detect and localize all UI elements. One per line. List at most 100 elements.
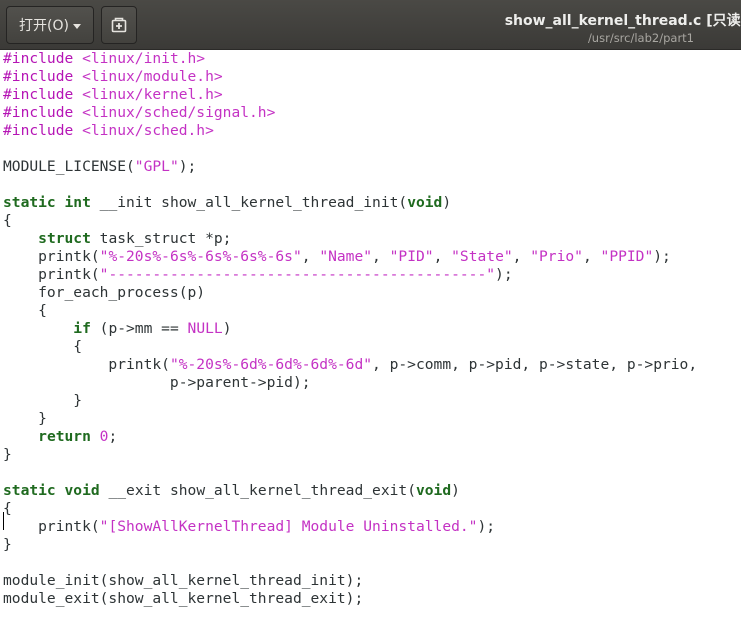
code-line[interactable]: } <box>3 446 741 464</box>
code-line[interactable]: static int __init show_all_kernel_thread… <box>3 194 741 212</box>
code-editor[interactable]: #include <linux/init.h> #include <linux/m… <box>0 50 741 619</box>
code-line[interactable]: p->parent->pid); <box>3 374 741 392</box>
code-token: , <box>433 248 452 265</box>
code-line[interactable]: for_each_process(p) <box>3 284 741 302</box>
code-token: , <box>301 248 320 265</box>
code-line[interactable] <box>3 176 741 194</box>
code-line[interactable]: printk("--------------------------------… <box>3 266 741 284</box>
text-cursor <box>3 512 4 530</box>
string-token: "State" <box>451 248 513 265</box>
code-token: { <box>3 212 12 229</box>
code-line[interactable]: { <box>3 302 741 320</box>
string-token: "GPL" <box>134 158 179 175</box>
keyword-token: void <box>415 482 452 499</box>
code-line[interactable]: } <box>3 536 741 554</box>
code-line[interactable]: { <box>3 338 741 356</box>
preprocessor-token: #include <box>3 104 83 121</box>
header-bar: 打开(O) show_all_kernel_thread.c [只读] /usr… <box>0 0 741 50</box>
code-token: } <box>3 410 47 427</box>
code-token: for_each_process(p) <box>3 284 206 301</box>
string-token: "PID" <box>389 248 434 265</box>
code-token: ); <box>477 518 496 535</box>
code-token: task_struct *p; <box>90 230 232 247</box>
code-token: ) <box>442 194 452 211</box>
code-token: (p->mm == <box>90 320 188 337</box>
code-token: module_exit(show_all_kernel_thread_exit)… <box>3 590 364 607</box>
code-line[interactable]: static void __exit show_all_kernel_threa… <box>3 482 741 500</box>
code-token: { <box>3 302 47 319</box>
keyword-token: static <box>3 194 56 211</box>
keyword-token: struct <box>38 230 91 247</box>
code-token: ); <box>495 266 513 283</box>
code-line[interactable]: module_exit(show_all_kernel_thread_exit)… <box>3 590 741 608</box>
code-line[interactable]: #include <linux/kernel.h> <box>3 86 741 104</box>
preprocessor-token: #include <box>3 86 83 103</box>
string-token: "PPID" <box>600 248 654 265</box>
code-line[interactable] <box>3 464 741 482</box>
preprocessor-token: #include <box>3 50 83 67</box>
code-line[interactable]: printk("%-20s%-6s%-6s%-6s%-6s", "Name", … <box>3 248 741 266</box>
keyword-token: static <box>3 482 56 499</box>
code-token: } <box>3 392 83 409</box>
code-token: ) <box>451 482 460 499</box>
code-line[interactable]: { <box>3 212 741 230</box>
code-line[interactable]: #include <linux/init.h> <box>3 50 741 68</box>
new-document-icon <box>111 17 127 33</box>
code-token: , <box>372 248 390 265</box>
code-token: , <box>512 248 531 265</box>
code-token: MODULE_LICENSE( <box>3 158 135 175</box>
code-line[interactable]: { <box>3 500 741 518</box>
preprocessor-token: #include <box>3 122 83 139</box>
string-token: "Prio" <box>530 248 583 265</box>
code-token: ) <box>222 320 232 337</box>
string-token: "---------------------------------------… <box>99 266 496 283</box>
code-line[interactable] <box>3 554 741 572</box>
open-button[interactable]: 打开(O) <box>6 6 94 44</box>
code-token: ; <box>108 428 118 445</box>
code-line[interactable]: return 0; <box>3 428 741 446</box>
code-line[interactable]: MODULE_LICENSE("GPL"); <box>3 158 741 176</box>
window-title: show_all_kernel_thread.c [只读] <box>504 13 741 29</box>
code-line[interactable]: } <box>3 410 741 428</box>
string-token: "%-20s%-6s%-6s%-6s%-6s" <box>99 248 302 265</box>
code-token: { <box>3 500 12 517</box>
code-token: , p->comm, p->pid, p->state, p->prio, <box>372 356 698 373</box>
code-line[interactable]: struct task_struct *p; <box>3 230 741 248</box>
code-token: __init show_all_kernel_thread_init( <box>90 194 408 211</box>
title-area: show_all_kernel_thread.c [只读] /usr/src/l… <box>481 0 741 50</box>
code-line[interactable]: } <box>3 392 741 410</box>
code-text[interactable]: #include <linux/init.h> #include <linux/m… <box>0 50 741 608</box>
code-line[interactable]: if (p->mm == NULL) <box>3 320 741 338</box>
code-line[interactable] <box>3 140 741 158</box>
code-line[interactable]: #include <linux/module.h> <box>3 68 741 86</box>
code-line[interactable]: printk("%-20s%-6d%-6d%-6d%-6d", p->comm,… <box>3 356 741 374</box>
code-token: printk( <box>3 356 170 373</box>
code-token: printk( <box>3 266 100 283</box>
open-button-label: 打开(O) <box>19 18 69 34</box>
code-token: ); <box>178 158 197 175</box>
code-line[interactable]: #include <linux/sched.h> <box>3 122 741 140</box>
code-token: ); <box>653 248 671 265</box>
code-line[interactable]: #include <linux/sched/signal.h> <box>3 104 741 122</box>
string-token: <linux/kernel.h> <box>82 86 223 103</box>
keyword-token: return <box>38 428 91 445</box>
code-token: printk( <box>3 518 100 535</box>
code-token: p->parent->pid); <box>3 374 311 391</box>
string-token: <linux/sched.h> <box>82 122 214 139</box>
code-token: module_init(show_all_kernel_thread_init)… <box>3 572 364 589</box>
code-line[interactable]: module_init(show_all_kernel_thread_init)… <box>3 572 741 590</box>
code-line[interactable]: printk("[ShowAllKernelThread] Module Uni… <box>3 518 741 536</box>
new-document-button[interactable] <box>101 6 137 44</box>
code-token: } <box>3 446 12 463</box>
gedit-window: 打开(O) show_all_kernel_thread.c [只读] /usr… <box>0 0 741 619</box>
string-token: "[ShowAllKernelThread] Module Uninstalle… <box>99 518 478 535</box>
preprocessor-token: #include <box>3 68 83 85</box>
string-token: <linux/init.h> <box>82 50 206 67</box>
code-token: { <box>3 338 83 355</box>
